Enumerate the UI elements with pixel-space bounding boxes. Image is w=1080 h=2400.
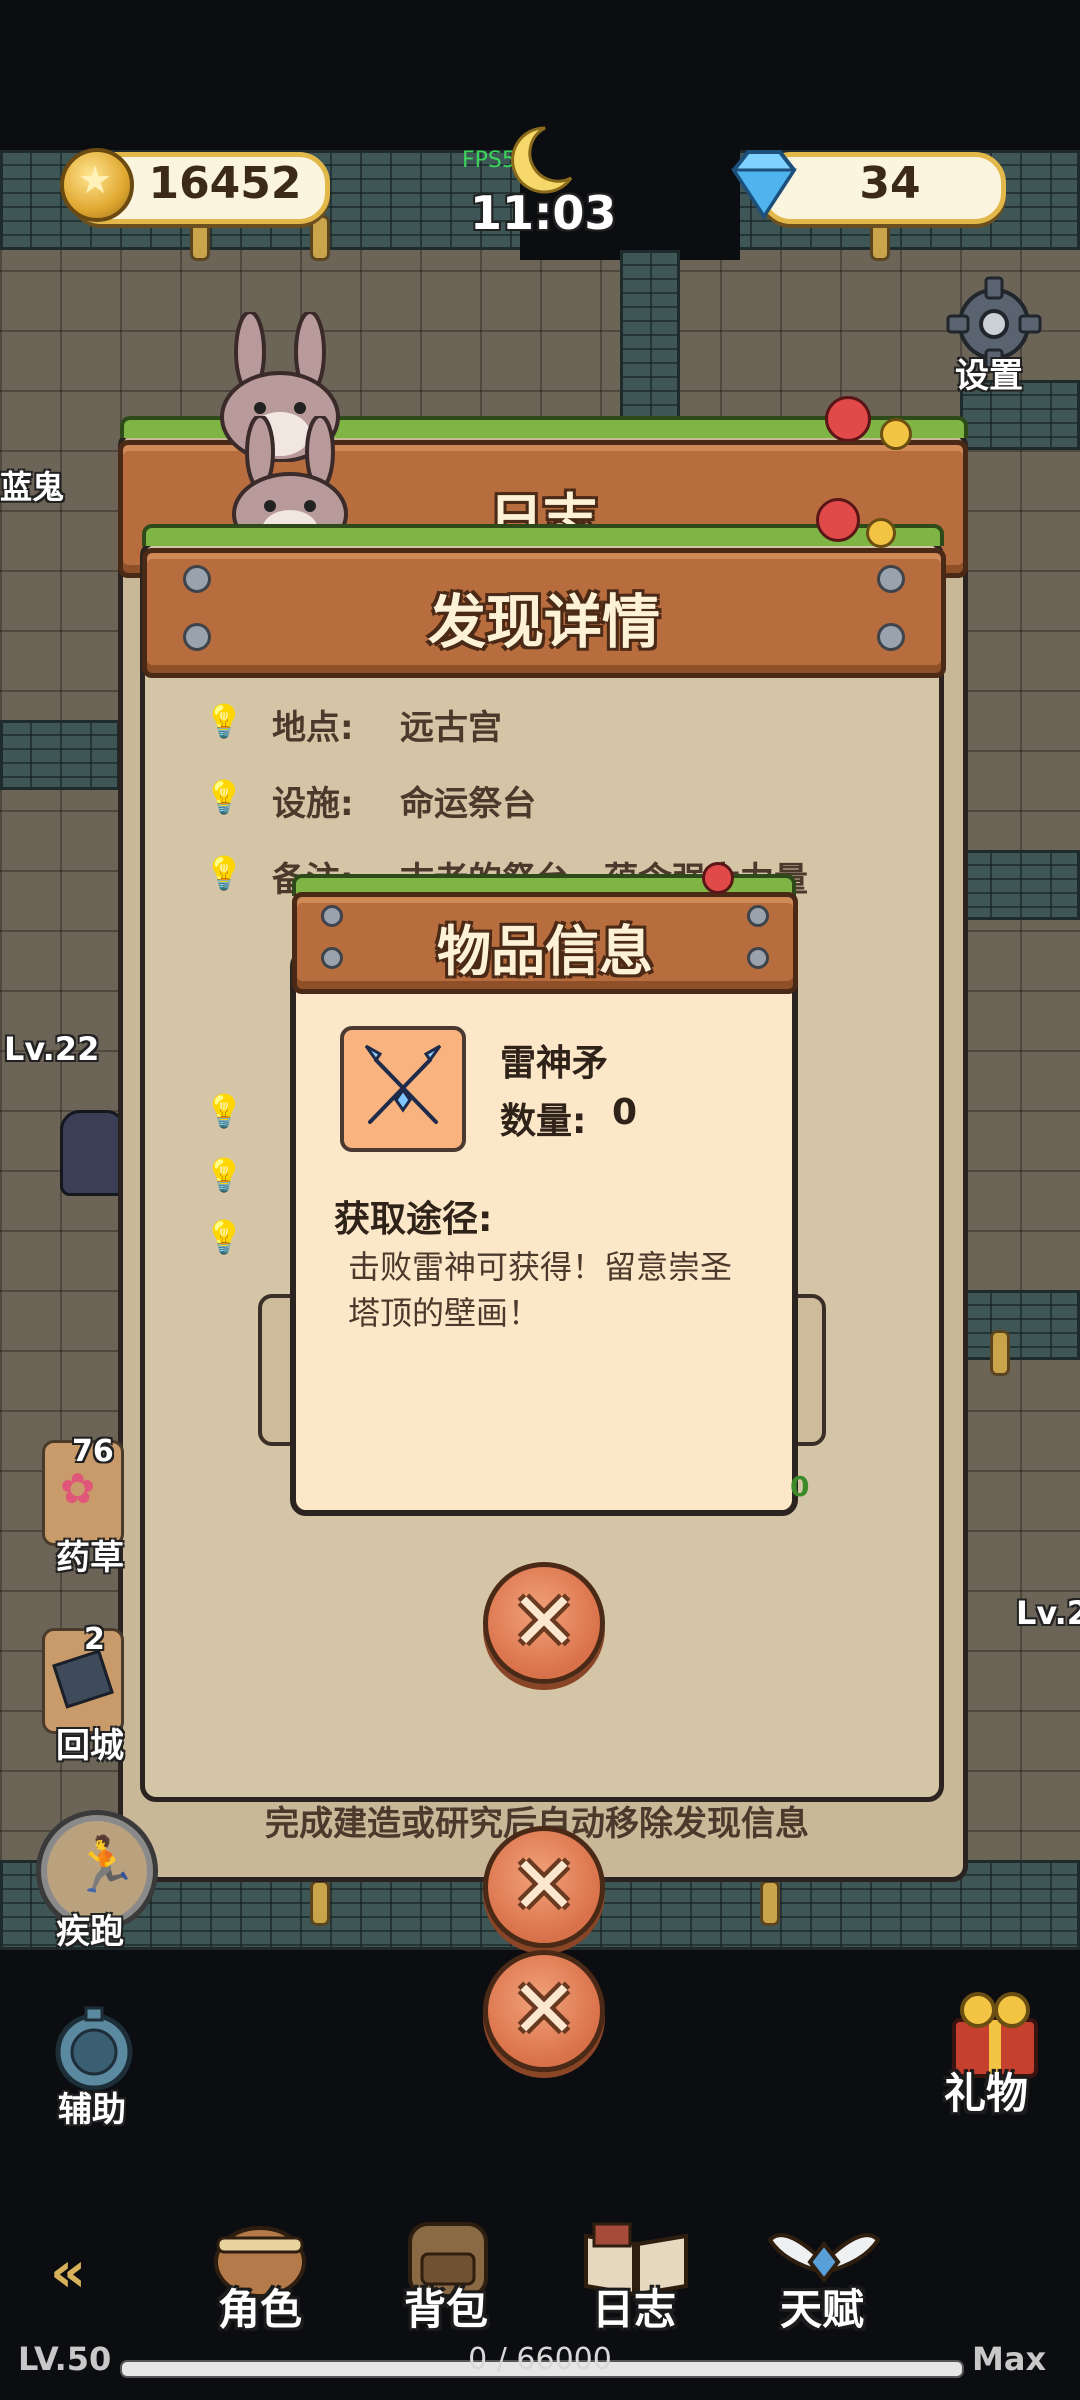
lightbulb-icon: 💡 [204,1218,244,1256]
game-clock: 11:03 [470,186,617,240]
collapse-arrows-icon[interactable]: « [50,2240,86,2305]
wall-lamp [310,215,330,261]
close-icon: ✕ [510,1963,578,2056]
close-icon: ✕ [510,1575,578,1668]
gift-label[interactable]: 礼物 [944,2060,1028,2121]
assist-gauge-icon[interactable] [46,2004,142,2094]
dungeon-wall-left-1 [0,720,120,790]
lightbulb-icon: 💡 [204,1092,244,1130]
flower-decoration [866,518,896,548]
lightbulb-icon: 💡 [204,1156,244,1194]
diamond-icon [731,150,797,220]
lightbulb-icon: 💡 [204,778,244,816]
herb-flower-icon: ✿ [60,1464,96,1513]
item-quantity-value: 0 [612,1092,638,1133]
discovery-header-board: 发现详情 [142,548,946,678]
item-info-header-board: 物品信息 [292,892,798,994]
enemy-level-label-right: Lv.2 [1016,1594,1080,1632]
nav-talent[interactable]: 天赋 [764,2210,884,2334]
nav-journal-label: 日志 [592,2285,677,2334]
facility-label: 设施: [272,784,354,824]
xp-progress-text: 0 / 66000 [468,2342,612,2377]
nav-backpack-label: 背包 [404,2285,489,2334]
enemy-name-label: 蓝鬼 [0,468,65,506]
wall-lamp [990,1330,1010,1376]
close-icon: ✕ [510,1839,578,1932]
coin-icon: ★ [60,148,134,222]
dungeon-wall-pillar [620,250,680,420]
item-quantity-label: 数量: [500,1101,587,1142]
running-icon: 🏃 [71,1833,139,1896]
hidden-count-fragment: 0 [790,1470,810,1503]
item-slot[interactable] [340,1026,466,1152]
settings-label[interactable]: 设置 [955,348,1023,397]
flower-decoration [702,862,734,894]
lightbulb-icon: 💡 [204,702,244,740]
wall-lamp [310,1880,330,1926]
close-discovery-button[interactable]: ✕ [483,1826,605,1948]
close-item-info-button[interactable]: ✕ [483,1562,605,1684]
nav-talent-label: 天赋 [780,2285,865,2334]
close-journal-button[interactable]: ✕ [483,1950,605,2072]
nav-backpack[interactable]: 背包 [388,2210,508,2334]
player-level: LV.50 [18,2340,112,2378]
xp-max-label: Max [972,2340,1047,2378]
return-label: 回城 [56,1726,124,1766]
herb-label: 药草 [56,1538,124,1578]
spear-icon [364,1044,442,1124]
location-value: 远古宫 [400,708,502,748]
item-info-title: 物品信息 [437,920,653,983]
item-name: 雷神矛 [500,1043,609,1084]
nav-character[interactable]: 角色 [200,2210,320,2334]
wall-lamp [760,1880,780,1926]
enemy-sprite[interactable] [60,1110,126,1196]
dungeon-wall-right-2 [960,850,1080,920]
location-label: 地点: [272,708,354,748]
flower-decoration [825,396,871,442]
lightbulb-icon: 💡 [204,854,244,892]
enemy-level-label: Lv.22 [4,1030,100,1068]
gem-amount: 34 [859,158,921,209]
nav-character-label: 角色 [218,2285,303,2334]
coin-amount: 16452 [148,158,302,209]
nav-journal[interactable]: 日志 [576,2210,696,2334]
facility-value: 命运祭台 [400,784,536,824]
source-title: 获取途径: [334,1199,493,1240]
assist-label[interactable]: 辅助 [58,2082,126,2131]
sprint-label: 疾跑 [56,1912,124,1952]
source-description: 击败雷神可获得！留意崇圣塔顶的壁画！ [348,1248,733,1332]
discovery-title: 发现详情 [427,588,660,656]
flower-decoration [816,498,860,542]
flower-decoration [880,418,912,450]
dungeon-wall-right-3 [960,1290,1080,1360]
